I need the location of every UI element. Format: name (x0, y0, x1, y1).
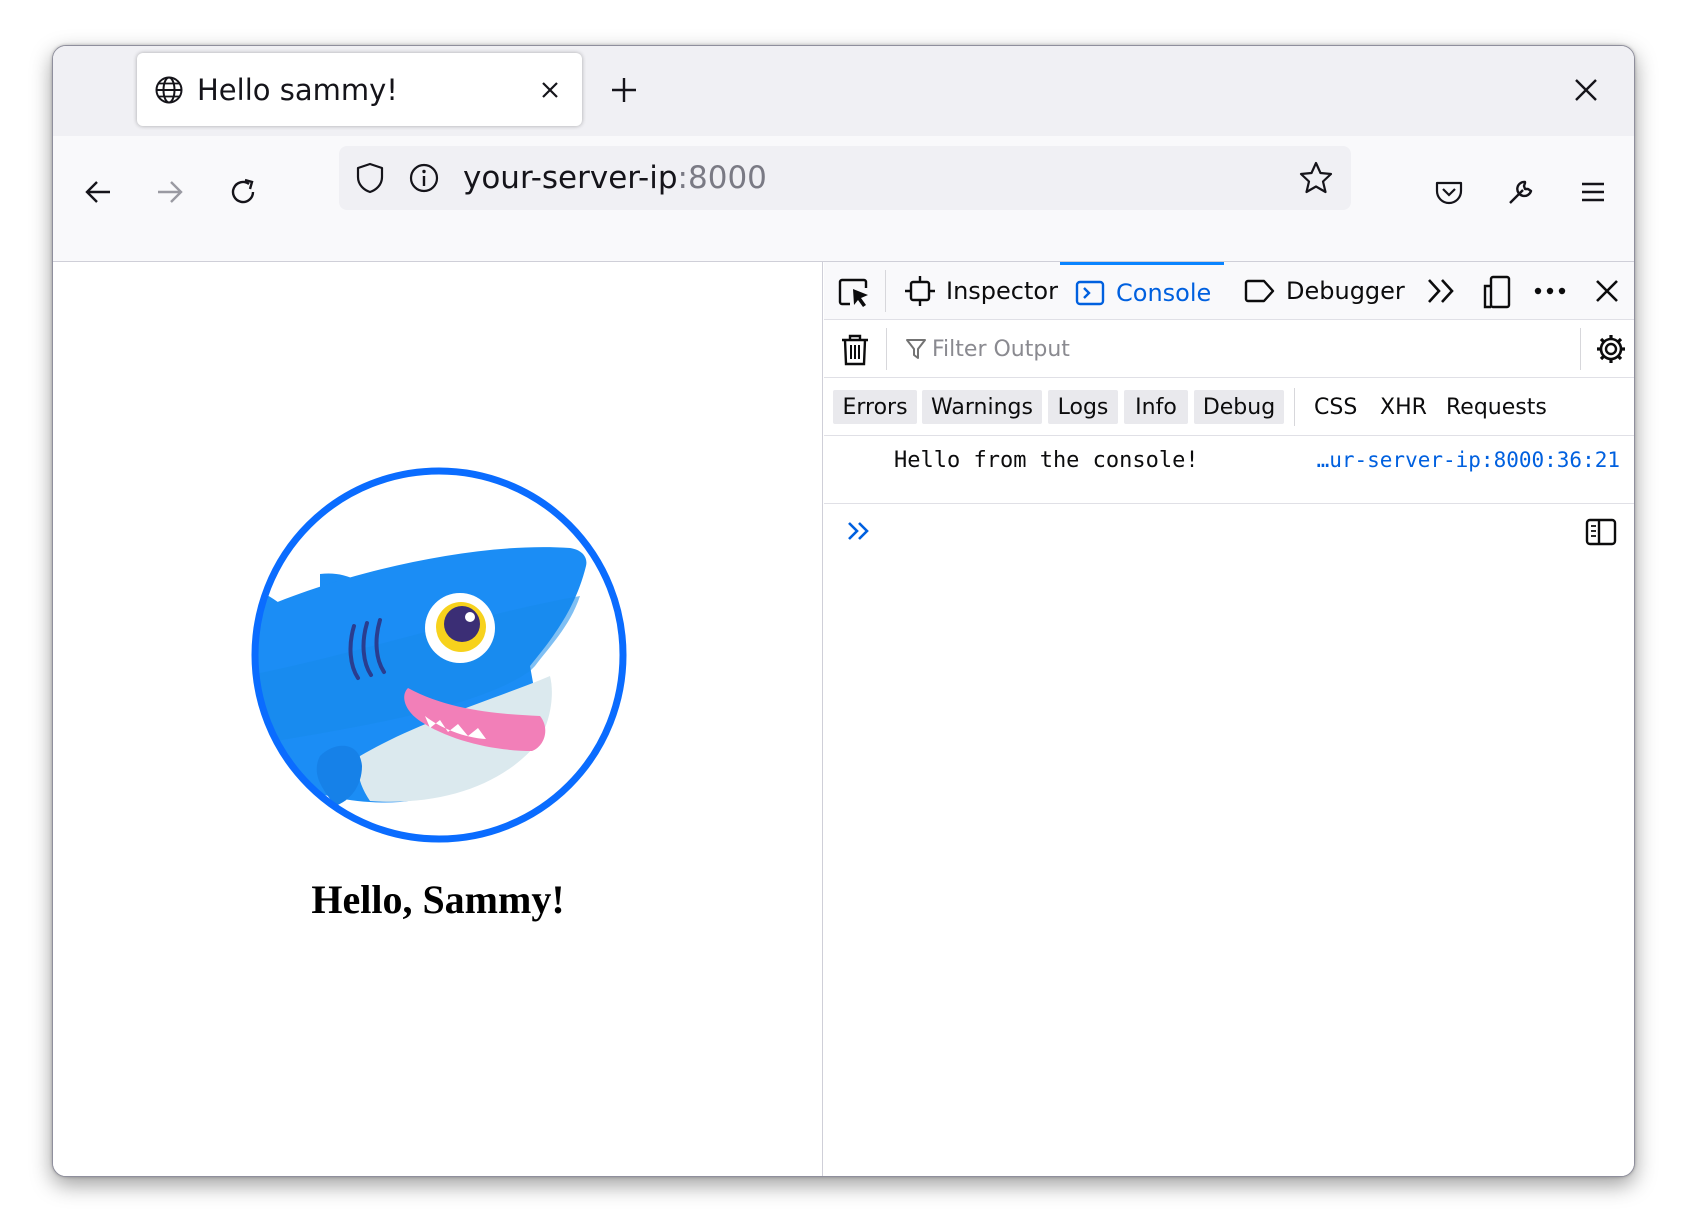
tab-title: Hello sammy! (197, 73, 398, 107)
filter-warnings-button[interactable]: Warnings (922, 390, 1042, 424)
settings-separator (1580, 328, 1581, 370)
tab-debugger[interactable]: Debugger (1242, 262, 1405, 320)
filter-errors-button[interactable]: Errors (833, 390, 917, 424)
tab-console[interactable]: Console (1060, 262, 1224, 320)
level-separator (1294, 388, 1295, 426)
tab-strip: Hello sammy! (53, 46, 1634, 136)
filter-logs-button[interactable]: Logs (1048, 390, 1118, 424)
close-tab-icon[interactable] (537, 77, 563, 103)
filter-debug-button[interactable]: Debug (1194, 390, 1284, 424)
url-text[interactable]: your-server-ip:8000 (463, 160, 767, 196)
filter-css-button[interactable]: CSS (1314, 390, 1357, 424)
responsive-design-icon[interactable] (1480, 274, 1514, 310)
address-bar[interactable]: your-server-ip:8000 (339, 146, 1351, 210)
devtools-toolbar: Inspector Console Debugger (824, 262, 1634, 320)
devtools-panel: Inspector Console Debugger Filter Output… (824, 262, 1634, 1176)
tab-inspector-label: Inspector (946, 277, 1058, 305)
editor-mode-toggle-icon[interactable] (1584, 516, 1618, 548)
tab-console-label: Console (1116, 278, 1212, 307)
gear-icon[interactable] (1594, 332, 1628, 366)
more-tabs-chevron-icon[interactable] (1425, 276, 1459, 306)
tab-inspector[interactable]: Inspector (904, 262, 1058, 320)
pocket-icon[interactable] (1429, 172, 1469, 212)
reload-icon[interactable] (223, 172, 263, 212)
filter-info-button[interactable]: Info (1124, 390, 1188, 424)
console-message-row: Hello from the console! …ur-server-ip:80… (824, 436, 1634, 504)
page-viewport: Hello, Sammy! (53, 262, 823, 1176)
trash-icon[interactable] (838, 332, 872, 368)
filter-requests-button[interactable]: Requests (1446, 390, 1547, 424)
close-devtools-icon[interactable] (1592, 276, 1622, 306)
inspector-icon (905, 276, 935, 306)
debugger-icon (1244, 279, 1275, 303)
console-message-text: Hello from the console! (894, 448, 1199, 473)
globe-icon (155, 76, 183, 104)
bookmark-star-icon[interactable] (1297, 159, 1335, 197)
sammy-shark-image (251, 467, 627, 843)
console-message-source-link[interactable]: …ur-server-ip:8000:36:21 (1317, 448, 1620, 472)
log-level-bar: Errors Warnings Logs Info Debug CSS XHR … (824, 378, 1634, 436)
forward-arrow-icon[interactable] (150, 172, 190, 212)
more-options-icon[interactable] (1532, 278, 1568, 304)
filter-output-input[interactable] (896, 330, 1536, 368)
page-heading: Hello, Sammy! (311, 877, 565, 922)
browser-window: Hello sammy! your-server-ip:8000 Hello, … (52, 45, 1635, 1177)
wrench-icon[interactable] (1501, 172, 1541, 212)
console-filter-bar (824, 320, 1634, 378)
console-icon (1075, 280, 1105, 305)
new-tab-icon[interactable] (604, 70, 644, 110)
filter-separator (886, 328, 887, 370)
toolbar-separator (885, 270, 886, 312)
back-arrow-icon[interactable] (78, 172, 118, 212)
element-picker-icon[interactable] (836, 274, 872, 310)
console-prompt-chevron-icon[interactable] (844, 516, 874, 546)
tab-hello-sammy[interactable]: Hello sammy! (137, 53, 582, 126)
site-info-icon[interactable] (407, 161, 441, 195)
close-window-icon[interactable] (1569, 73, 1603, 107)
filter-xhr-button[interactable]: XHR (1380, 390, 1427, 424)
shield-icon[interactable] (353, 160, 387, 196)
hamburger-menu-icon[interactable] (1573, 172, 1613, 212)
tab-debugger-label: Debugger (1286, 277, 1405, 305)
